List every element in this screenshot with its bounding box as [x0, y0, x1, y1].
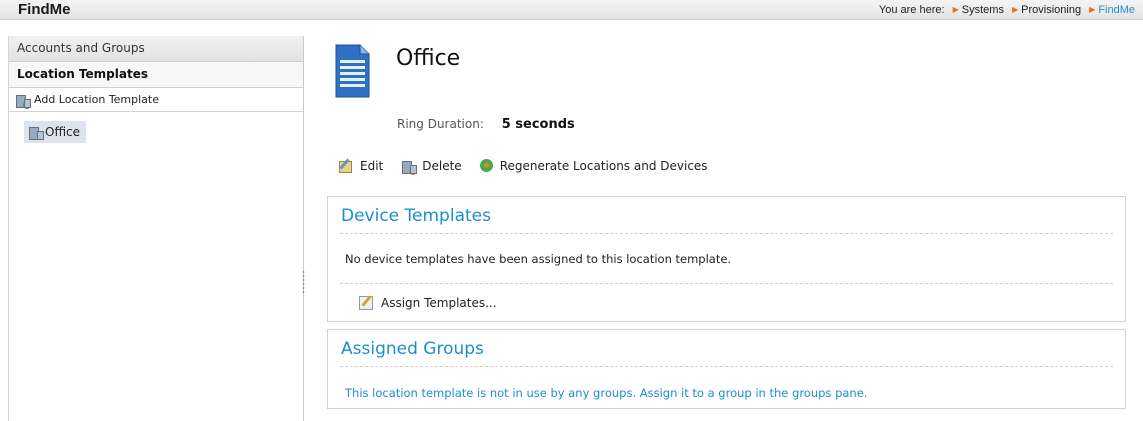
- breadcrumb: You are here: ▶ Systems ▶ Provisioning ▶ Fi…: [879, 4, 1135, 16]
- ring-duration-value: 5 seconds: [501, 117, 575, 132]
- assigned-groups-message: This location template is not in use by …: [345, 386, 868, 400]
- building-icon: [28, 125, 44, 140]
- add-building-icon: +: [15, 93, 31, 109]
- edit-button[interactable]: Edit: [338, 158, 383, 173]
- regenerate-icon: [479, 159, 493, 172]
- assigned-groups-title: Assigned Groups: [341, 339, 484, 359]
- add-location-template-label: Add Location Template: [34, 92, 160, 106]
- divider: [340, 233, 1113, 234]
- add-location-template-button[interactable]: + Add Location Template: [9, 88, 303, 112]
- delete-button[interactable]: Delete: [401, 158, 462, 175]
- device-templates-empty-message: No device templates have been assigned t…: [345, 252, 732, 266]
- breadcrumb-arrow-icon: ▶: [952, 5, 959, 14]
- regenerate-button[interactable]: Regenerate Locations and Devices: [479, 158, 708, 173]
- action-toolbar: Edit Delete Regenerate Locations and Dev…: [338, 158, 726, 175]
- ring-duration-label: Ring Duration:: [397, 117, 484, 131]
- edit-label: Edit: [360, 158, 384, 173]
- sidebar: Accounts and Groups Location Templates +…: [8, 36, 304, 421]
- breadcrumb-provisioning[interactable]: Provisioning: [1021, 4, 1081, 16]
- title-bar: FindMe You are here: ▶ Systems ▶ Provision…: [0, 0, 1143, 20]
- assign-templates-button[interactable]: Assign Templates...: [359, 296, 497, 310]
- pane-splitter-handle[interactable]: [302, 270, 305, 294]
- breadcrumb-arrow-icon: ▶: [1089, 5, 1096, 14]
- delete-building-icon: [401, 159, 418, 175]
- regenerate-label: Regenerate Locations and Devices: [499, 158, 708, 173]
- document-icon: [335, 44, 370, 98]
- ring-duration-row: Ring Duration: 5 seconds: [397, 117, 575, 132]
- delete-label: Delete: [422, 158, 462, 173]
- app-title: FindMe: [18, 1, 71, 18]
- breadcrumb-systems[interactable]: Systems: [962, 4, 1004, 16]
- assign-templates-label: Assign Templates...: [381, 296, 497, 310]
- location-template-tree: Office: [9, 112, 303, 143]
- breadcrumb-arrow-icon: ▶: [1012, 5, 1019, 14]
- assigned-groups-panel: Assigned Groups This location template i…: [327, 329, 1126, 409]
- assign-templates-icon: [359, 296, 373, 310]
- breadcrumb-prefix: You are here:: [878, 4, 945, 16]
- sidebar-item-accounts-and-groups[interactable]: Accounts and Groups: [9, 36, 303, 62]
- device-templates-title: Device Templates: [341, 206, 491, 226]
- tree-item-office[interactable]: Office: [24, 121, 87, 143]
- device-templates-panel: Device Templates No device templates hav…: [327, 196, 1126, 322]
- sidebar-item-location-templates[interactable]: Location Templates: [9, 62, 303, 88]
- page-title: Office: [396, 46, 461, 71]
- divider: [340, 283, 1113, 284]
- breadcrumb-findme[interactable]: FindMe: [1098, 4, 1135, 16]
- tree-item-label: Office: [45, 125, 81, 139]
- divider: [340, 366, 1113, 367]
- edit-icon: [338, 158, 353, 173]
